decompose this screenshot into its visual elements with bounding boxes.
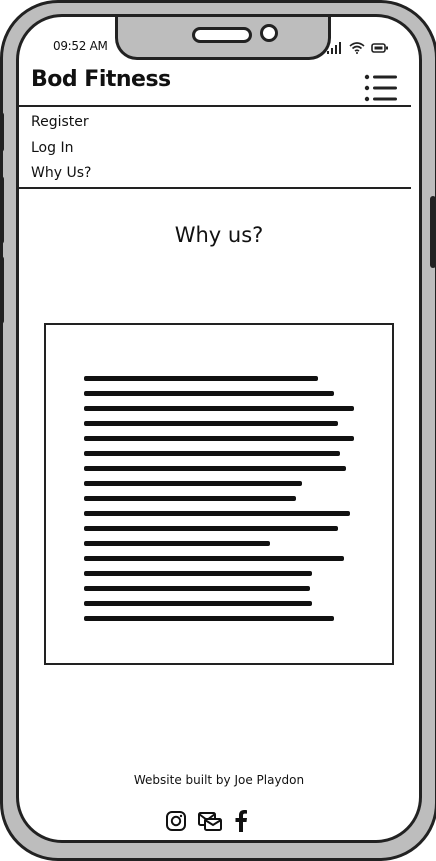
instagram-icon[interactable] [165,810,187,832]
notch [115,17,331,60]
brand-title[interactable]: Bod Fitness [31,67,171,92]
content-text-block [44,323,394,665]
text-line [84,421,338,426]
footer-credit: Website built by Joe Playdon [133,773,305,787]
text-line [84,586,310,591]
phone-mockup: 09:52 AM Bod Fitness Register Log In Why… [0,0,436,861]
text-line [84,601,312,606]
power-button [430,196,436,268]
text-line [84,481,302,486]
signal-icon [327,39,343,58]
page-title: Why us? [174,223,264,247]
volume-up-button [0,112,4,152]
text-line [84,526,338,531]
wifi-icon [349,39,365,58]
text-line [84,556,344,561]
volume-down-button-2 [0,256,4,324]
battery-icon [371,39,389,58]
text-line [84,436,354,441]
text-line [84,496,296,501]
text-line [84,616,334,621]
phone-screen: 09:52 AM Bod Fitness Register Log In Why… [16,14,422,843]
nav-item-why-us[interactable]: Why Us? [31,165,91,181]
camera [260,24,278,42]
text-line [84,391,334,396]
text-line [84,466,346,471]
speaker [192,27,252,43]
text-line [84,451,340,456]
text-line [84,571,312,576]
email-icon[interactable] [197,810,223,832]
text-line [84,511,350,516]
text-line [84,376,318,381]
nav-menu: Register Log In Why Us? [19,105,411,189]
social-links [165,809,249,833]
app-header: Bod Fitness [19,67,419,105]
nav-item-register[interactable]: Register [31,114,89,130]
text-line [84,406,354,411]
hamburger-menu-icon[interactable] [363,73,399,103]
status-time: 09:52 AM [53,39,108,53]
text-line [84,541,270,546]
status-icons [327,39,389,58]
facebook-icon[interactable] [233,809,249,833]
nav-item-login[interactable]: Log In [31,140,73,156]
volume-down-button [0,176,4,244]
